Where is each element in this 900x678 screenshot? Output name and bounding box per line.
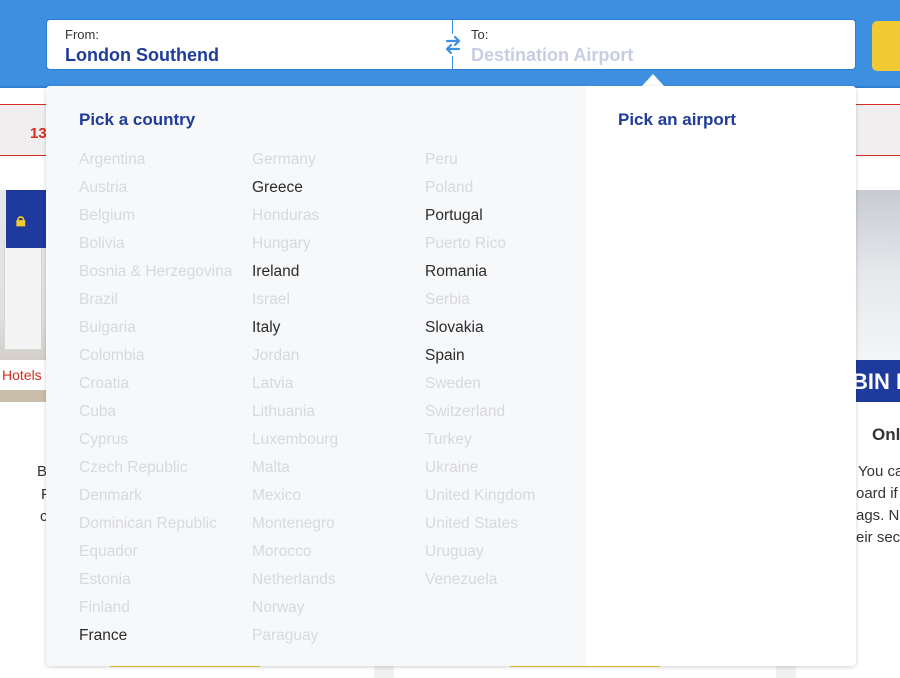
country-option: Jordan: [252, 347, 300, 364]
country-option: Paraguay: [252, 627, 319, 644]
promo-text: 13: [30, 125, 47, 142]
country-option: Colombia: [79, 347, 145, 364]
country-option: Lithuania: [252, 403, 315, 420]
country-option: Honduras: [252, 207, 320, 224]
lock-icon: 🔒︎: [16, 210, 26, 230]
country-column: Argentina Austria Belgium Bolivia Bosnia & H…: [79, 149, 251, 653]
right-card-heading: Onl: [872, 425, 900, 444]
country-option: United Kingdom: [425, 487, 536, 504]
door-image: [4, 240, 42, 350]
cabin-bag-banner-text: BIN B: [852, 369, 900, 394]
right-card-text: You ca: [858, 463, 900, 480]
country-column: Peru Poland Portugal Puerto Rico Romania Serb…: [425, 149, 597, 597]
airport-panel: Pick an airport: [586, 86, 856, 666]
country-option: Mexico: [252, 487, 302, 504]
card-gap: [776, 666, 796, 678]
country-option: Switzerland: [425, 403, 506, 420]
country-option: Denmark: [79, 487, 142, 504]
pick-airport-title: Pick an airport: [618, 110, 737, 129]
country-option: Poland: [425, 179, 474, 196]
country-option: Peru: [425, 151, 458, 168]
country-option: Brazil: [79, 291, 118, 308]
country-option: Bolivia: [79, 235, 125, 252]
country-option: Czech Republic: [79, 459, 188, 476]
country-option: Serbia: [425, 291, 470, 308]
country-option: Dominican Republic: [79, 515, 217, 532]
country-option: Cuba: [79, 403, 117, 420]
country-option: Malta: [252, 459, 290, 476]
country-option[interactable]: Spain: [425, 345, 597, 373]
country-option[interactable]: Romania: [425, 261, 597, 289]
country-option: Bosnia & Herzegovina: [79, 263, 233, 280]
to-field[interactable]: To: Destination Airport: [453, 20, 855, 69]
from-label: From:: [65, 27, 99, 42]
hotels-strip: Hotels: [0, 360, 50, 390]
search-button[interactable]: [872, 21, 900, 71]
rooms-logo: 🔒︎: [6, 190, 50, 248]
country-option: Sweden: [425, 375, 482, 392]
country-option: Austria: [79, 179, 128, 196]
from-value[interactable]: London Southend: [65, 45, 219, 66]
country-option: United States: [425, 515, 519, 532]
country-option[interactable]: France: [79, 625, 251, 653]
country-option: Latvia: [252, 375, 294, 392]
country-option: Israel: [252, 291, 290, 308]
country-option: Ukraine: [425, 459, 479, 476]
country-option: Montenegro: [252, 515, 335, 532]
flight-search-box: From: London Southend To: Destination Ai…: [46, 19, 856, 70]
country-option: Argentina: [79, 151, 146, 168]
right-card-text: oard if: [856, 485, 898, 502]
country-option: Norway: [252, 599, 305, 616]
country-option: Uruguay: [425, 543, 484, 560]
country-option: Belgium: [79, 207, 135, 224]
country-option: Estonia: [79, 571, 131, 588]
card-gap: [374, 666, 394, 678]
country-option: Turkey: [425, 431, 472, 448]
from-field[interactable]: From: London Southend: [47, 20, 452, 69]
country-option: Hungary: [252, 235, 311, 252]
destination-input[interactable]: Destination Airport: [471, 45, 633, 66]
destination-dropdown: Pick a country Argentina Austria Belgium Bo…: [46, 86, 856, 666]
country-panel: Pick a country Argentina Austria Belgium Bo…: [46, 86, 586, 666]
country-option[interactable]: Portugal: [425, 205, 597, 233]
country-option: Cyprus: [79, 431, 129, 448]
right-card-text: ags. N: [856, 507, 900, 524]
hotels-text: Hotels: [2, 367, 42, 383]
country-option: Netherlands: [252, 571, 336, 588]
right-card-text: eir sec: [856, 529, 900, 546]
country-option[interactable]: Italy: [252, 317, 424, 345]
page: From: London Southend To: Destination Ai…: [0, 0, 900, 678]
country-option: Germany: [252, 151, 316, 168]
country-option[interactable]: Greece: [252, 177, 424, 205]
country-option: Croatia: [79, 375, 129, 392]
floor-image: [0, 390, 50, 402]
country-option: Finland: [79, 599, 130, 616]
country-option: Luxembourg: [252, 431, 339, 448]
country-option[interactable]: Slovakia: [425, 317, 597, 345]
country-option: Venezuela: [425, 571, 498, 588]
country-option: Equador: [79, 543, 138, 560]
to-label: To:: [471, 27, 489, 42]
country-option: Puerto Rico: [425, 235, 506, 252]
country-option[interactable]: Ireland: [252, 261, 424, 289]
country-option: Bulgaria: [79, 319, 136, 336]
pick-country-title: Pick a country: [79, 110, 196, 129]
cabin-bag-card-image[interactable]: [856, 190, 900, 360]
country-option: Morocco: [252, 543, 312, 560]
country-column: Germany Greece Honduras Hungary Ireland Israe…: [252, 149, 424, 653]
